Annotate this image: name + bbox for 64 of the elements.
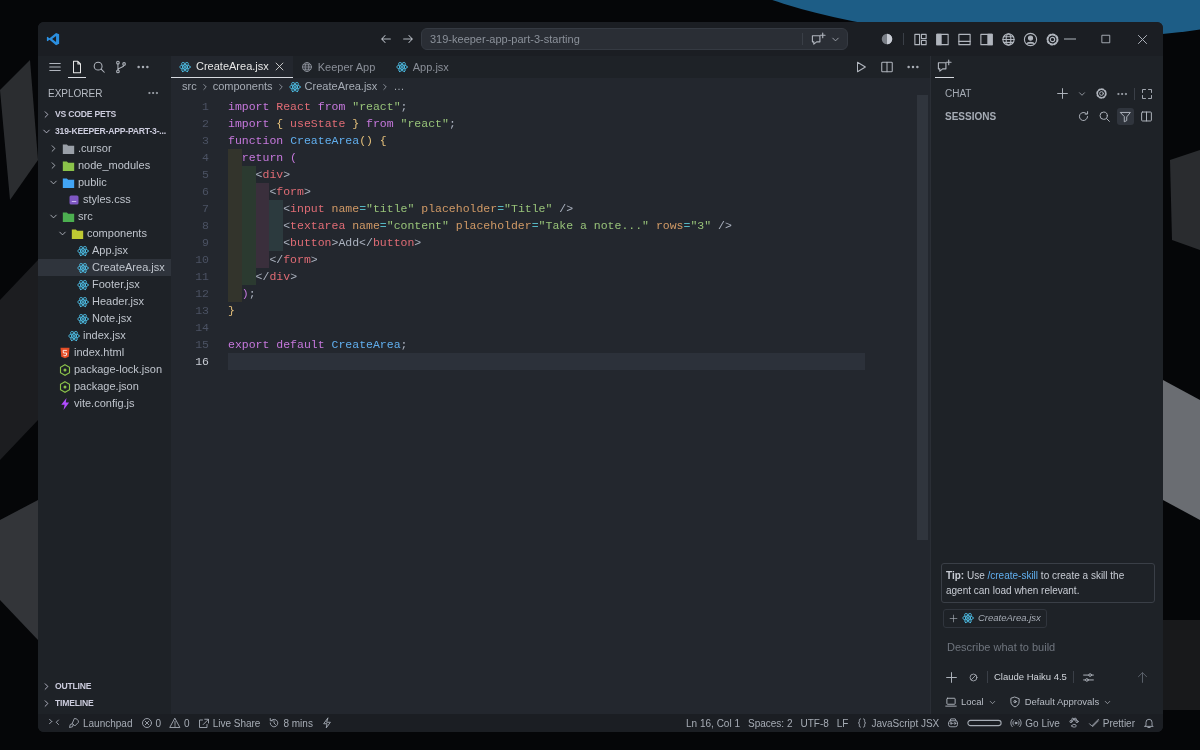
status-item[interactable]: Go Live [1006, 715, 1064, 731]
approvals-picker[interactable]: Default Approvals [1008, 694, 1113, 710]
chat-input[interactable]: Describe what to build [945, 637, 1145, 656]
code-line: </form> [228, 251, 318, 268]
code-line: <input name="title" placeholder="Title" /> [228, 200, 574, 217]
workspace-name: 319-keeper-app-part-3-starting [430, 31, 581, 47]
code-line: function CreateArea() { [228, 132, 387, 149]
status-item[interactable]: 0 [165, 715, 194, 731]
tree-item[interactable]: components [38, 225, 171, 242]
status-item[interactable]: Launchpad [64, 715, 137, 731]
tree-item[interactable]: styles.css [38, 191, 171, 208]
code-line: } [228, 302, 235, 319]
tree-item[interactable]: .cursor [38, 140, 171, 157]
tree-item[interactable]: src [38, 208, 171, 225]
tree-item[interactable]: Header.jsx [38, 293, 171, 310]
model-picker[interactable]: Claude Haiku 4.5 [994, 669, 1067, 685]
status-item[interactable]: Ln 16, Col 1 [682, 715, 744, 731]
line-number: 16 [194, 353, 209, 370]
code-line: import { useState } from "react"; [228, 115, 456, 132]
tree-item[interactable]: CreateArea.jsx [38, 259, 171, 276]
breadcrumb-item[interactable]: … [393, 78, 405, 95]
status-item[interactable]: UTF-8 [796, 715, 833, 731]
breadcrumb-item[interactable]: components [212, 78, 273, 95]
status-item[interactable]: LF [832, 715, 853, 731]
tree-item[interactable]: Footer.jsx [38, 276, 171, 293]
code-line: export default CreateArea; [228, 336, 408, 353]
command-center[interactable]: 319-keeper-app-part-3-starting [421, 28, 848, 50]
location-picker[interactable]: Local [945, 694, 997, 710]
code-line: ); [228, 285, 256, 302]
tree-item[interactable]: public [38, 174, 171, 191]
code-line: </div> [228, 268, 298, 285]
status-item[interactable]: Spaces: 2 [744, 715, 797, 731]
tree-item[interactable]: package.json [38, 378, 171, 395]
code-line: import React from "react"; [228, 98, 408, 115]
section-header[interactable]: 319-KEEPER-APP-PART-3-... [38, 123, 171, 140]
code-line: <div> [228, 166, 291, 183]
breadcrumb-item[interactable]: src [182, 78, 197, 95]
tip-text: Tip: Use /create-skill to create a skill the agent can load when relevant. [941, 563, 1155, 604]
section-header[interactable]: TIMELINE [38, 695, 171, 712]
status-item[interactable]: Prettier [1083, 715, 1139, 731]
create-skill-link[interactable]: /create-skill [987, 570, 1039, 582]
code-line: <form> [228, 183, 311, 200]
code-line: <button>Add</button> [228, 234, 422, 251]
status-item[interactable]: 8 mins [264, 715, 317, 731]
sessions-title: SESSIONS [945, 110, 997, 124]
breadcrumb-item[interactable]: CreateArea.jsx [288, 78, 378, 95]
code-line: <textarea name="content" placeholder="Take a note..." rows="3" /> [228, 217, 732, 234]
tree-item[interactable]: package-lock.json [38, 361, 171, 378]
status-item[interactable]: 0 [136, 715, 166, 731]
attachment-chip[interactable]: CreateArea.jsx [943, 609, 1047, 628]
tree-item[interactable]: Note.jsx [38, 310, 171, 327]
status-item[interactable]: Live Share [193, 715, 265, 731]
tree-item[interactable]: node_modules [38, 157, 171, 174]
tree-item[interactable]: index.jsx [38, 327, 171, 344]
explorer-title: EXPLORER [48, 86, 103, 101]
section-header[interactable]: VS CODE PETS [38, 106, 171, 123]
section-header[interactable]: OUTLINE [38, 678, 171, 695]
code-line: return ( [228, 149, 297, 166]
tree-item[interactable]: vite.config.js [38, 395, 171, 412]
tree-item[interactable]: index.html [38, 344, 171, 361]
status-item[interactable]: JavaScript JSX [852, 715, 944, 731]
editor-tab[interactable]: CreateArea.jsx [171, 56, 293, 78]
tree-item[interactable]: App.jsx [38, 242, 171, 259]
chat-title: CHAT [945, 87, 972, 101]
